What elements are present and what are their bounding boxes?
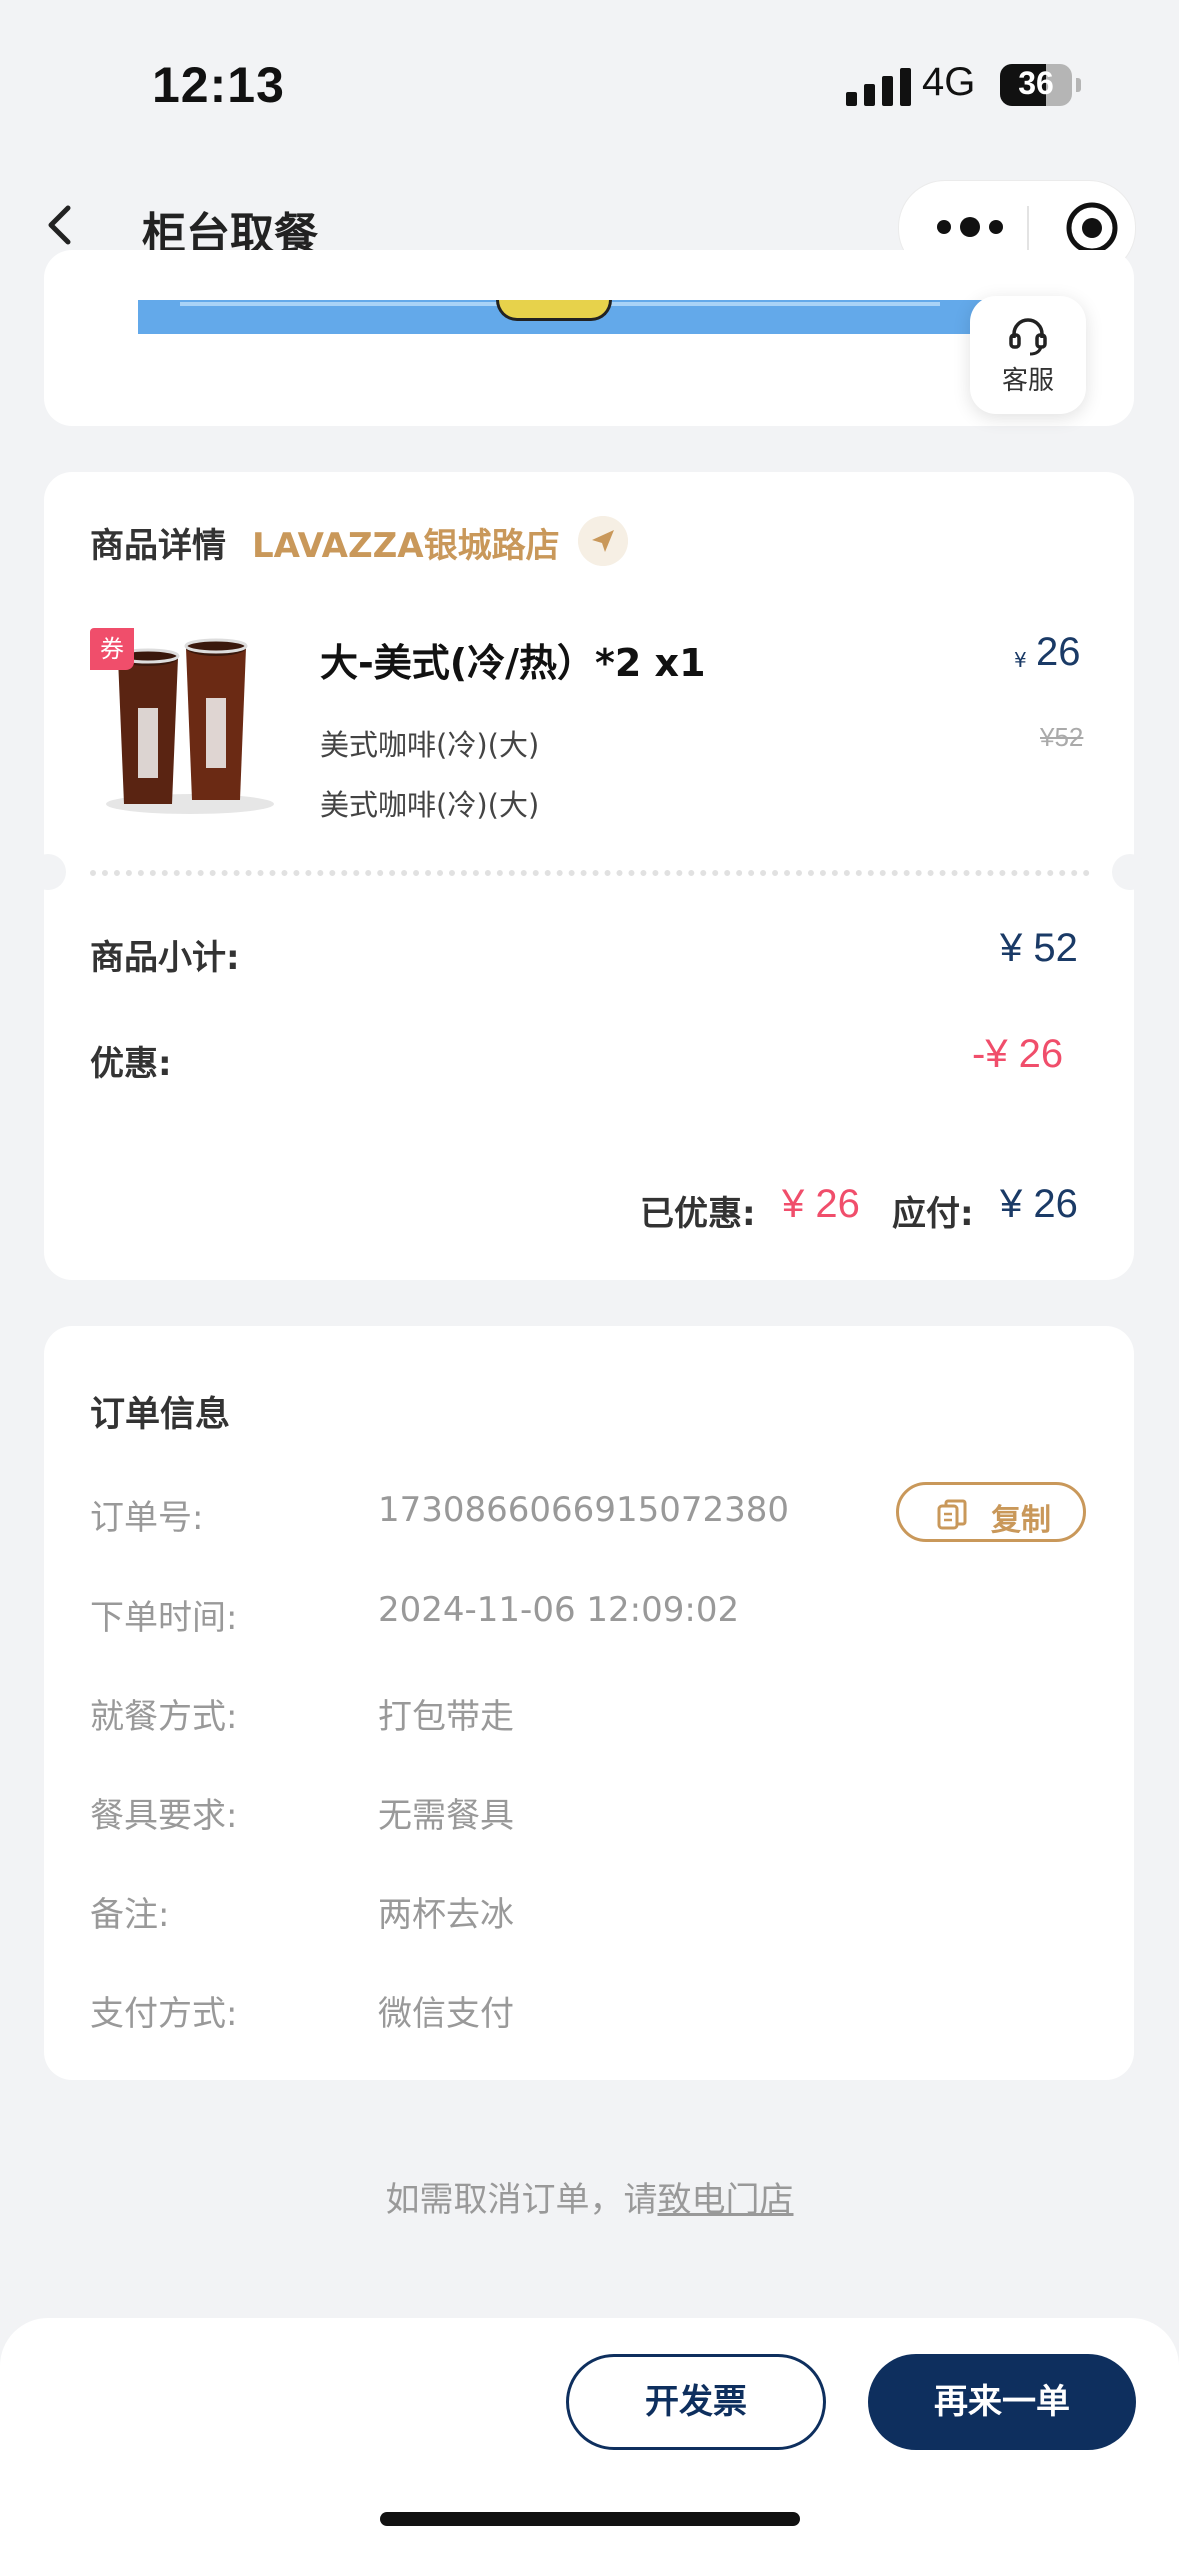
card-notch	[1112, 854, 1148, 890]
mini-program-close-icon[interactable]	[1064, 200, 1120, 256]
product-details-card	[44, 472, 1134, 1280]
navigate-arrow-icon[interactable]	[578, 516, 628, 566]
dotted-divider	[90, 870, 1090, 876]
call-store-link[interactable]: 致电门店	[658, 2180, 794, 2220]
battery-tip	[1076, 78, 1081, 92]
card-notch	[30, 854, 66, 890]
original-price: ¥52	[1040, 722, 1084, 752]
sub-item: 美式咖啡(冷)(大)	[320, 788, 540, 822]
payable-label: 应付:	[892, 1194, 974, 1234]
network-type: 4G	[922, 60, 976, 104]
item-price: 26	[1036, 630, 1081, 674]
sub-item: 美式咖啡(冷)(大)	[320, 728, 540, 762]
store-name[interactable]: LAVAZZA银城路店	[252, 518, 560, 567]
dining-mode-value: 打包带走	[378, 1697, 514, 1737]
order-number-value: 1730866066915072380	[378, 1490, 790, 1530]
order-number-label: 订单号:	[90, 1498, 204, 1538]
payable-value: ¥ 26	[1000, 1182, 1078, 1226]
order-info-title: 订单信息	[90, 1395, 231, 1435]
discount-label: 优惠:	[90, 1044, 172, 1084]
remark-value: 两杯去冰	[378, 1895, 514, 1935]
subtotal-label: 商品小计:	[90, 938, 240, 978]
subtotal-value: ¥ 52	[1000, 926, 1078, 970]
order-time-value: 2024-11-06 12:09:02	[378, 1590, 740, 1630]
cutlery-value: 无需餐具	[378, 1796, 514, 1836]
customer-service-button[interactable]: 客服	[970, 296, 1086, 414]
home-indicator	[380, 2512, 800, 2526]
payment-method-value: 微信支付	[378, 1994, 514, 2034]
banner-graphic	[496, 300, 612, 321]
saved-value: ¥ 26	[782, 1182, 860, 1226]
headset-icon	[1009, 318, 1047, 356]
cutlery-label: 餐具要求:	[90, 1796, 238, 1836]
battery-percent: 36	[1018, 65, 1054, 101]
status-time: 12:13	[152, 57, 285, 113]
coupon-badge: 券	[90, 628, 134, 670]
item-name: 大-美式(冷/热）*2 x1	[320, 641, 706, 685]
price-currency: ¥	[1014, 648, 1027, 672]
capsule-divider	[1027, 206, 1029, 250]
copy-button[interactable]: 复制	[896, 1482, 1086, 1542]
saved-label: 已优惠:	[640, 1194, 756, 1234]
signal-icon	[846, 66, 911, 106]
dining-mode-label: 就餐方式:	[90, 1697, 238, 1737]
copy-icon	[937, 1499, 967, 1530]
reorder-button[interactable]: 再来一单	[868, 2354, 1136, 2450]
payment-method-label: 支付方式:	[90, 1994, 238, 2034]
customer-service-label: 客服	[1001, 366, 1054, 396]
discount-value: -¥ 26	[972, 1032, 1064, 1076]
cancel-note: 如需取消订单，请致电门店	[0, 2172, 1179, 2221]
invoice-button[interactable]: 开发票	[566, 2354, 826, 2450]
order-time-label: 下单时间:	[90, 1598, 238, 1638]
product-section-title: 商品详情	[90, 526, 226, 566]
remark-label: 备注:	[90, 1895, 170, 1935]
cancel-note-text: 如需取消订单，请	[385, 2180, 658, 2220]
chevron-left-icon[interactable]	[36, 200, 86, 250]
copy-label: 复制	[991, 1503, 1051, 1538]
more-dots-icon[interactable]	[930, 210, 1010, 244]
